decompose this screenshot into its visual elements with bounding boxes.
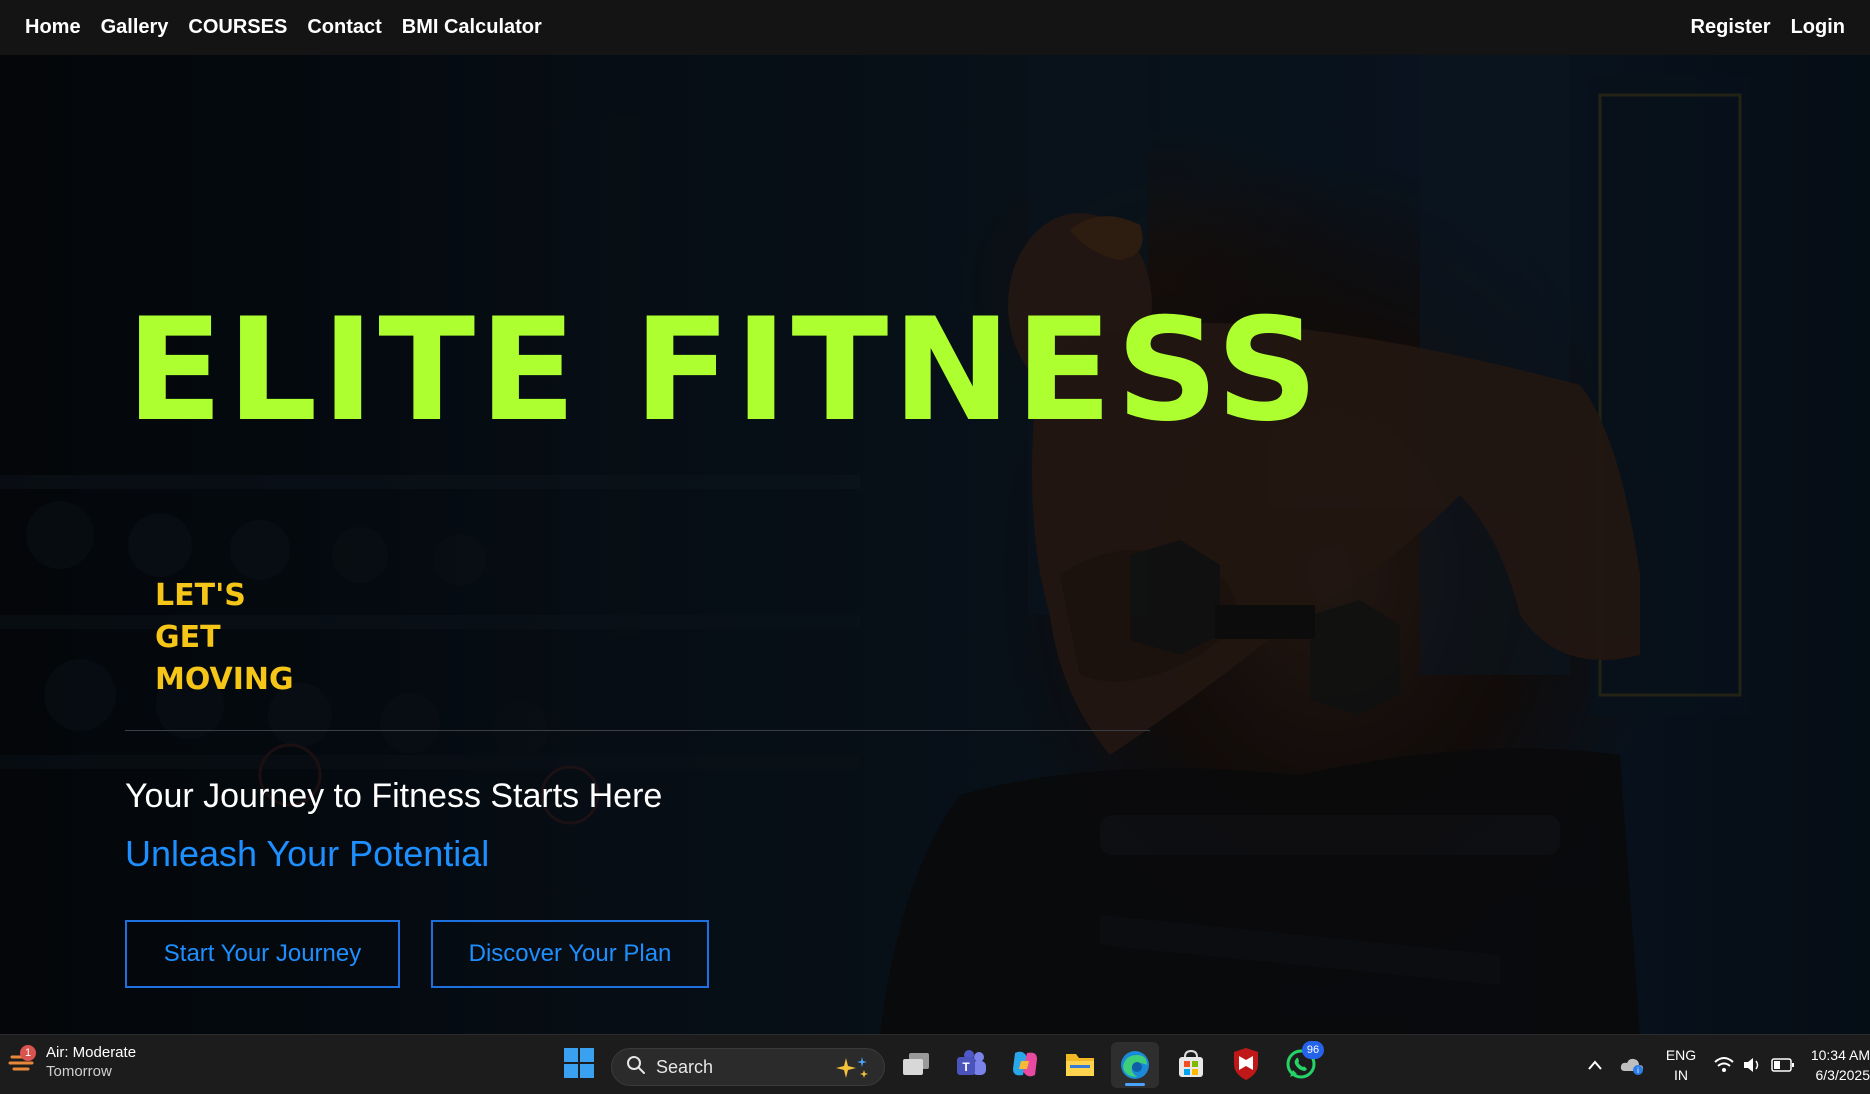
weather-subtitle: Tomorrow: [46, 1063, 112, 1080]
hero-subtitle-accent: Unleash Your Potential: [125, 833, 490, 874]
teams-icon[interactable]: T: [954, 1047, 988, 1081]
nav-login-link[interactable]: Login: [1791, 16, 1845, 39]
system-tray: i ENG IN 10:34 AM 6/3/2025: [1578, 1035, 1870, 1094]
nav-contact-link[interactable]: Contact: [307, 16, 381, 39]
language-indicator[interactable]: ENG IN: [1652, 1045, 1710, 1085]
nav-bmi-calculator-link[interactable]: BMI Calculator: [402, 16, 542, 39]
top-navbar: Home Gallery COURSES Contact BMI Calcula…: [0, 0, 1870, 55]
search-label: Search: [656, 1056, 714, 1077]
hero-section: ELITE FITNESS LET'S GET MOVING Your Jour…: [0, 55, 1870, 1034]
weather-alert-badge: 1: [20, 1045, 36, 1061]
nav-right-group: Register Login: [1691, 16, 1845, 39]
tagline-line: LET'S: [155, 578, 246, 613]
nav-home-link[interactable]: Home: [25, 16, 81, 39]
clock-time: 10:34 AM: [1810, 1047, 1870, 1063]
weather-title: Air: Moderate: [46, 1044, 137, 1061]
clock-date: 6/3/2025: [1815, 1067, 1870, 1083]
weather-text: Air: Moderate Tomorrow: [46, 1043, 136, 1081]
store-icon[interactable]: [1174, 1047, 1208, 1081]
hero-tagline: LET'S GET MOVING: [155, 575, 294, 701]
sparkle-icon: [832, 1055, 872, 1081]
edge-icon[interactable]: [1111, 1042, 1159, 1088]
region-code: IN: [1674, 1067, 1688, 1083]
weather-widget[interactable]: 1 Air: Moderate Tomorrow: [8, 1043, 136, 1081]
tagline-line: GET: [155, 620, 221, 655]
active-app-indicator: [1125, 1083, 1145, 1086]
wifi-icon[interactable]: [1710, 1056, 1738, 1074]
discover-plan-button[interactable]: Discover Your Plan: [431, 920, 709, 988]
nav-left-group: Home Gallery COURSES Contact BMI Calcula…: [25, 16, 542, 39]
copilot-icon[interactable]: [1008, 1047, 1042, 1081]
whatsapp-icon[interactable]: 96: [1284, 1041, 1324, 1081]
search-icon: [626, 1055, 646, 1080]
nav-gallery-link[interactable]: Gallery: [101, 16, 169, 39]
hero-divider: [125, 730, 1150, 731]
start-journey-button[interactable]: Start Your Journey: [125, 920, 400, 988]
language-code: ENG: [1665, 1047, 1697, 1063]
hero-background-image: [0, 55, 1870, 1034]
tagline-line: MOVING: [155, 662, 294, 697]
taskbar-clock[interactable]: 10:34 AM 6/3/2025: [1800, 1045, 1870, 1085]
file-explorer-icon[interactable]: [1063, 1047, 1097, 1081]
hero-title: ELITE FITNESS: [126, 288, 1323, 453]
mcafee-icon[interactable]: [1229, 1047, 1263, 1081]
windows-taskbar: 1 Air: Moderate Tomorrow Search T 96 i E…: [0, 1034, 1870, 1094]
chevron-up-icon[interactable]: [1578, 1059, 1612, 1071]
svg-text:T: T: [962, 1060, 970, 1074]
hero-subtitle: Your Journey to Fitness Starts Here: [125, 777, 663, 815]
whatsapp-unread-badge: 96: [1302, 1041, 1324, 1059]
onedrive-cloud-icon[interactable]: i: [1612, 1055, 1652, 1075]
nav-register-link[interactable]: Register: [1691, 16, 1771, 39]
battery-icon[interactable]: [1766, 1058, 1800, 1072]
nav-courses-link[interactable]: COURSES: [188, 16, 287, 39]
volume-icon[interactable]: [1738, 1056, 1766, 1074]
weather-icon: 1: [8, 1045, 38, 1077]
svg-text:i: i: [1637, 1066, 1639, 1075]
task-view-icon[interactable]: [899, 1047, 933, 1081]
windows-start-icon[interactable]: [563, 1047, 595, 1079]
taskbar-search-box[interactable]: Search: [611, 1048, 885, 1086]
